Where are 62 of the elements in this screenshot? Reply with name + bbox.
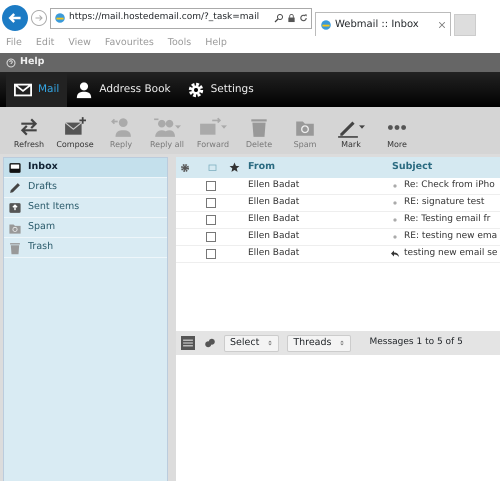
search-icon (274, 13, 284, 23)
column-header[interactable]: From (244, 160, 392, 175)
folder-item[interactable]: Spam (4, 218, 167, 238)
toolbar-button[interactable]: Mark (328, 116, 374, 151)
people-arrow-icon (153, 116, 175, 138)
sender-cell-text: Ellen Badat (248, 230, 300, 244)
tab-title: Webmail :: Inbox (335, 18, 420, 32)
star-icon (228, 162, 240, 173)
threads-dropdown[interactable]: Threads (287, 334, 352, 352)
folder-item[interactable]: Inbox (4, 158, 167, 178)
message-count: Messages 1 to 5 of 5 (369, 336, 463, 350)
sender-cell-text: Ellen Badat (248, 196, 300, 210)
folder-item[interactable]: Trash (4, 238, 167, 258)
nav-tab[interactable]: Mail (6, 72, 68, 107)
row-checkbox[interactable] (206, 215, 216, 225)
toolbar-button[interactable]: More (374, 116, 420, 151)
toolbar-button[interactable]: Refresh (6, 116, 52, 151)
close-icon (438, 20, 446, 28)
person-icon (75, 80, 94, 98)
list-view-icon (180, 336, 196, 350)
select-dropdown[interactable]: Select (224, 334, 280, 352)
tray-icon (8, 160, 22, 174)
address-bar[interactable]: https://mail.hostedemail.com/?_task=mail (50, 8, 312, 28)
sender-cell-text: Ellen Badat (248, 179, 300, 192)
arrows-icon (18, 116, 40, 138)
url-text: https://mail.hostedemail.com/?_task=mail (69, 11, 260, 24)
subject-cell[interactable]: RE: signature test (402, 196, 484, 210)
dots-icon (386, 124, 408, 131)
trash-icon (8, 240, 22, 254)
gear-icon (186, 80, 205, 98)
sender-cell-text: Ellen Badat (248, 247, 300, 260)
subject-cell[interactable]: RE: testing new ema (402, 230, 498, 244)
subject-cell[interactable]: Re: Check from iPho (402, 179, 495, 193)
forward-button[interactable] (31, 10, 47, 26)
back-button[interactable] (2, 5, 28, 31)
updown-icon (339, 339, 346, 347)
gear-icon (180, 162, 190, 172)
column-header[interactable]: Subject (392, 160, 432, 175)
row-checkbox[interactable] (206, 181, 216, 191)
row-checkbox[interactable] (206, 232, 216, 242)
sender-cell-text: Ellen Badat (248, 213, 300, 226)
browser-tab[interactable]: Webmail :: Inbox (315, 12, 451, 36)
person-arrow-icon (110, 116, 132, 138)
reload-icon (299, 13, 308, 23)
folder-item[interactable]: Drafts (4, 178, 167, 198)
updown-icon (267, 339, 274, 347)
toolbar-button[interactable]: Compose (52, 116, 98, 151)
row-checkbox[interactable] (206, 249, 216, 259)
subject-cell[interactable]: testing new email se (402, 247, 498, 261)
pencil-icon (8, 180, 22, 194)
subject-cell[interactable]: Re: Testing email fr (402, 213, 490, 227)
globe-icon (54, 12, 66, 24)
help-link[interactable]: Help (20, 55, 44, 70)
lock-icon (287, 13, 296, 23)
arrow-icon (34, 13, 44, 23)
nav-tab[interactable]: Address Book (67, 72, 179, 107)
help-icon (6, 58, 16, 68)
row-checkbox[interactable] (206, 198, 216, 208)
nav-tab[interactable]: Settings (178, 72, 262, 107)
threads-icon (204, 337, 216, 349)
globe-icon (320, 18, 332, 30)
folder-item[interactable]: Sent Items (4, 198, 167, 218)
